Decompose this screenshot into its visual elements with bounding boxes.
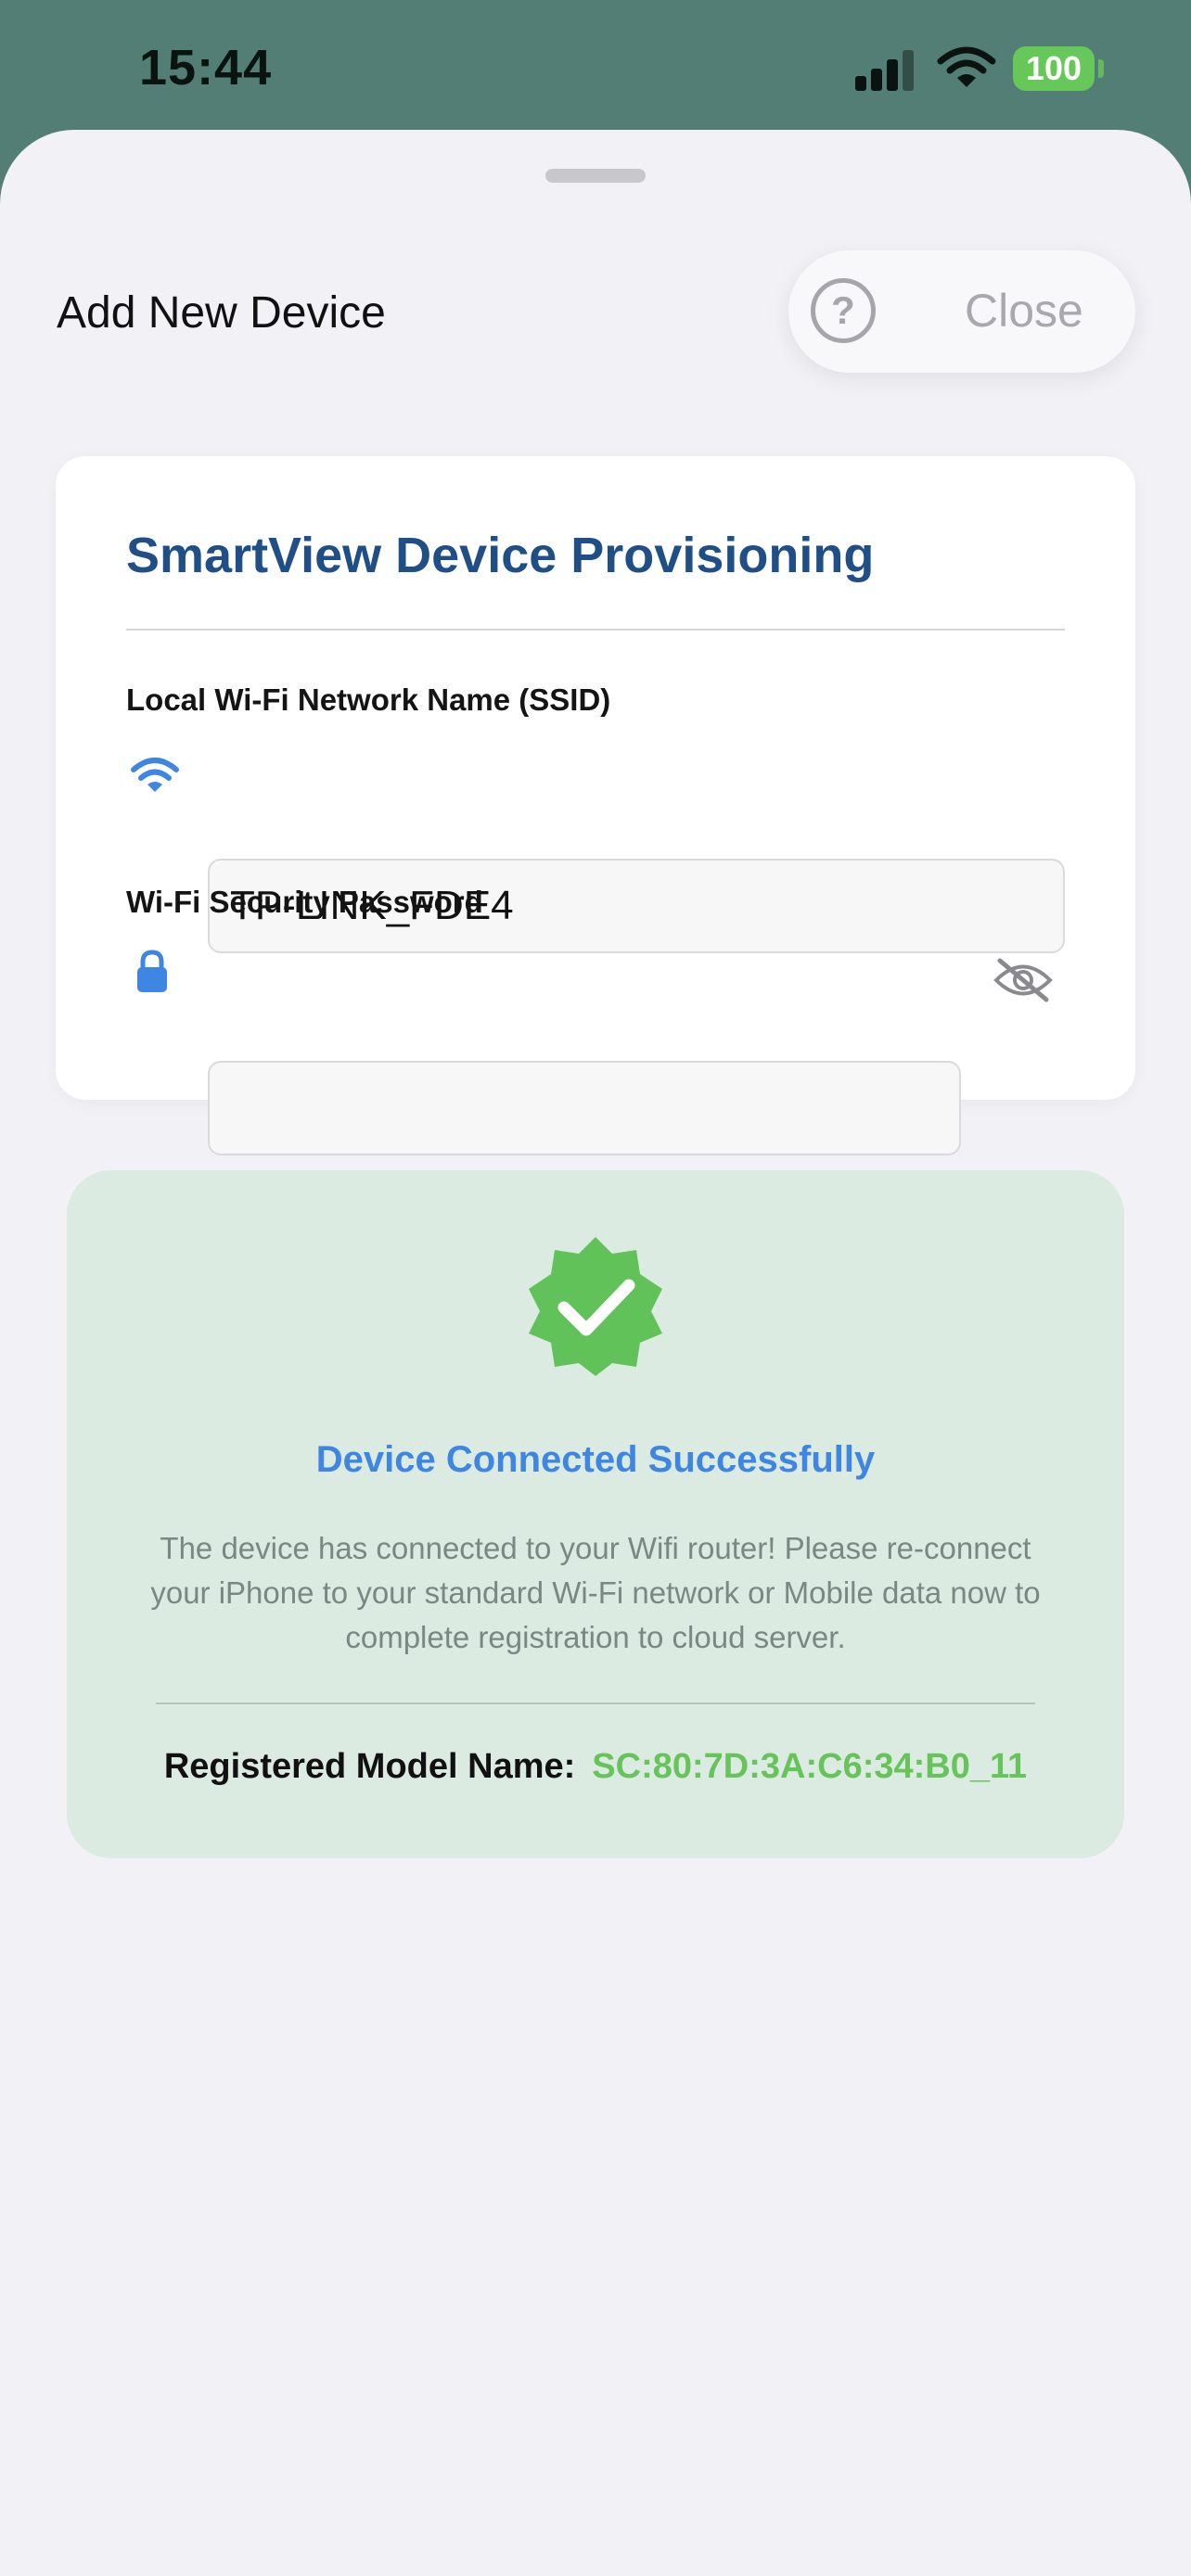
model-label: Registered Model Name: xyxy=(163,1747,576,1786)
wifi-status-icon xyxy=(937,45,996,96)
model-row: Registered Model Name: SC:80:7D:3A:C6:34:… xyxy=(67,1747,1124,1787)
eye-slash-icon[interactable] xyxy=(992,957,1054,1008)
model-value: SC:80:7D:3A:C6:34:B0_11 xyxy=(592,1747,1028,1786)
ssid-label: Local Wi-Fi Network Name (SSID) xyxy=(126,682,611,717)
password-input[interactable] xyxy=(208,1061,961,1155)
password-label: Wi-Fi Security Password xyxy=(126,885,483,919)
close-button[interactable]: Close xyxy=(965,284,1083,338)
success-title: Device Connected Successfully xyxy=(315,1439,876,1480)
battery-icon: 100 xyxy=(1013,46,1095,91)
help-icon[interactable]: ? xyxy=(811,278,876,343)
divider xyxy=(126,629,1065,631)
modal-sheet: Add New Device ? Close SmartView Device … xyxy=(0,130,1191,2576)
status-time: 15:44 xyxy=(139,40,273,96)
status-bar: 15:44 100 xyxy=(0,0,1191,139)
card-title: SmartView Device Provisioning xyxy=(126,528,875,583)
sheet-title: Add New Device xyxy=(57,288,386,338)
success-card: Device Connected Successfully The device… xyxy=(67,1170,1124,1858)
success-description: The device has connected to your Wifi ro… xyxy=(150,1531,1041,1654)
verified-badge-icon xyxy=(521,1231,670,1384)
lock-icon xyxy=(135,950,169,999)
wifi-icon xyxy=(130,755,180,800)
cellular-signal-icon xyxy=(855,48,916,96)
divider xyxy=(156,1702,1035,1704)
provisioning-card: SmartView Device Provisioning Local Wi-F… xyxy=(56,456,1135,1155)
toolbar-pill: ? Close xyxy=(788,250,1135,373)
battery-cap xyxy=(1098,59,1104,78)
sheet-grabber[interactable] xyxy=(545,169,646,183)
